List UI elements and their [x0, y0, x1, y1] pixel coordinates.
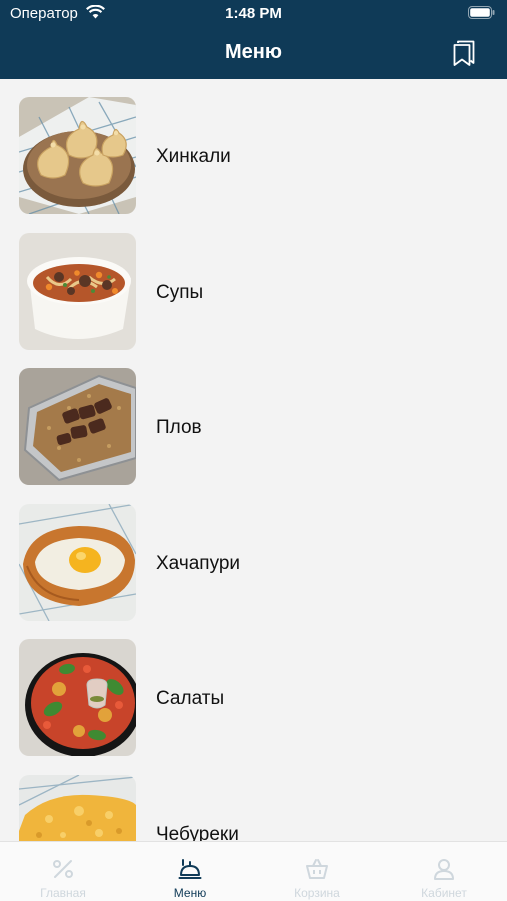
tab-menu[interactable]: Меню — [127, 842, 253, 901]
tab-label: Меню — [173, 886, 207, 900]
battery-icon — [468, 6, 495, 19]
basket-icon — [306, 859, 328, 879]
tab-basket[interactable]: Корзина — [254, 842, 380, 901]
tab-label: Главная — [40, 886, 86, 900]
promo-icon — [53, 860, 73, 878]
khachapuri-photo — [19, 503, 136, 621]
soup-photo — [19, 232, 136, 350]
tab-bar: Главная Меню Корзина Кабинет — [0, 841, 507, 901]
tab-label: Корзина — [294, 886, 340, 900]
status-time: 1:48 PM — [225, 5, 282, 22]
page-title: Меню — [225, 41, 282, 63]
menu-item-plov[interactable]: Плов — [0, 350, 507, 486]
menu-item-label: Супы — [156, 281, 204, 303]
chebureki-photo — [19, 774, 136, 841]
status-bar: Оператор 1:48 PM — [0, 0, 507, 30]
tab-label: Кабинет — [421, 886, 467, 900]
menu-item-label: Хинкали — [156, 146, 231, 167]
plov-photo — [19, 368, 136, 485]
tab-profile[interactable]: Кабинет — [381, 842, 507, 901]
menu-category-list: Хинкали Супы Плов Хачапури Салаты Чебуре… — [0, 79, 507, 841]
salad-photo — [19, 639, 136, 756]
menu-icon — [178, 859, 202, 879]
profile-icon — [434, 859, 454, 880]
app-header: Оператор 1:48 PM Меню — [0, 0, 507, 79]
menu-item-label: Хачапури — [156, 552, 241, 574]
khinkali-photo — [19, 97, 136, 214]
tab-home[interactable]: Главная — [0, 842, 126, 901]
menu-item-chebureki[interactable]: Чебуреки — [0, 757, 507, 842]
menu-item-khachapuri[interactable]: Хачапури — [0, 486, 507, 622]
menu-item-label: Плов — [156, 417, 202, 438]
menu-item-soups[interactable]: Супы — [0, 215, 507, 351]
menu-item-salads[interactable]: Салаты — [0, 621, 507, 757]
menu-item-khinkali[interactable]: Хинкали — [0, 79, 507, 215]
bookmarks-icon[interactable] — [453, 40, 475, 66]
menu-item-label: Чебуреки — [156, 823, 239, 842]
menu-item-label: Салаты — [156, 688, 225, 709]
